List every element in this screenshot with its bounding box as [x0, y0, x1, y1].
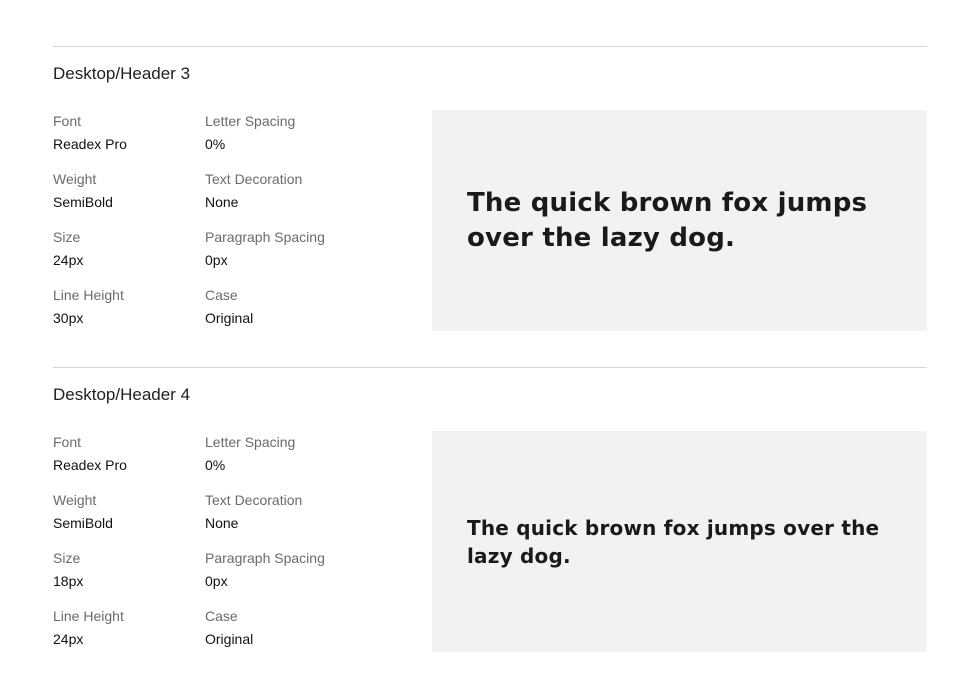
property-value: None: [205, 515, 239, 531]
property-value: 0px: [205, 573, 228, 589]
property-letter-spacing: Letter Spacing 0%: [205, 113, 405, 152]
property-label: Letter Spacing: [205, 434, 296, 450]
type-preview-box: The quick brown fox jumps over the lazy …: [432, 110, 927, 331]
property-label: Text Decoration: [205, 492, 303, 508]
section-title: Desktop/Header 3: [53, 64, 191, 83]
property-value: 0%: [205, 136, 226, 152]
property-label: Paragraph Spacing: [205, 229, 325, 245]
property-value: 0px: [205, 252, 228, 268]
type-style-section-header-4: Desktop/Header 4 Font Readex Pro Letter …: [53, 367, 927, 687]
type-preview-text: The quick brown fox jumps over the lazy …: [467, 515, 880, 568]
property-label: Case: [205, 287, 238, 303]
property-text-decoration: Text Decoration None: [205, 171, 405, 210]
property-label: Paragraph Spacing: [205, 550, 325, 566]
property-letter-spacing: Letter Spacing 0%: [205, 434, 405, 473]
type-preview-text: The quick brown fox jumps over the lazy …: [467, 187, 868, 253]
property-label: Text Decoration: [205, 171, 303, 187]
property-paragraph-spacing: Paragraph Spacing 0px: [205, 550, 405, 589]
property-paragraph-spacing: Paragraph Spacing 0px: [205, 229, 405, 268]
type-style-section-header-3: Desktop/Header 3 Font Readex Pro Letter …: [53, 46, 927, 366]
property-value: None: [205, 194, 239, 210]
section-divider: [53, 46, 927, 47]
property-label: Letter Spacing: [205, 113, 296, 129]
property-value: Original: [205, 631, 254, 647]
property-value: 0%: [205, 457, 226, 473]
section-divider: [53, 367, 927, 368]
type-preview-box: The quick brown fox jumps over the lazy …: [432, 431, 927, 652]
property-text-decoration: Text Decoration None: [205, 492, 405, 531]
property-case: Case Original: [205, 608, 405, 647]
property-case: Case Original: [205, 287, 405, 326]
property-label: Case: [205, 608, 238, 624]
property-value: Original: [205, 310, 254, 326]
section-title: Desktop/Header 4: [53, 385, 191, 404]
